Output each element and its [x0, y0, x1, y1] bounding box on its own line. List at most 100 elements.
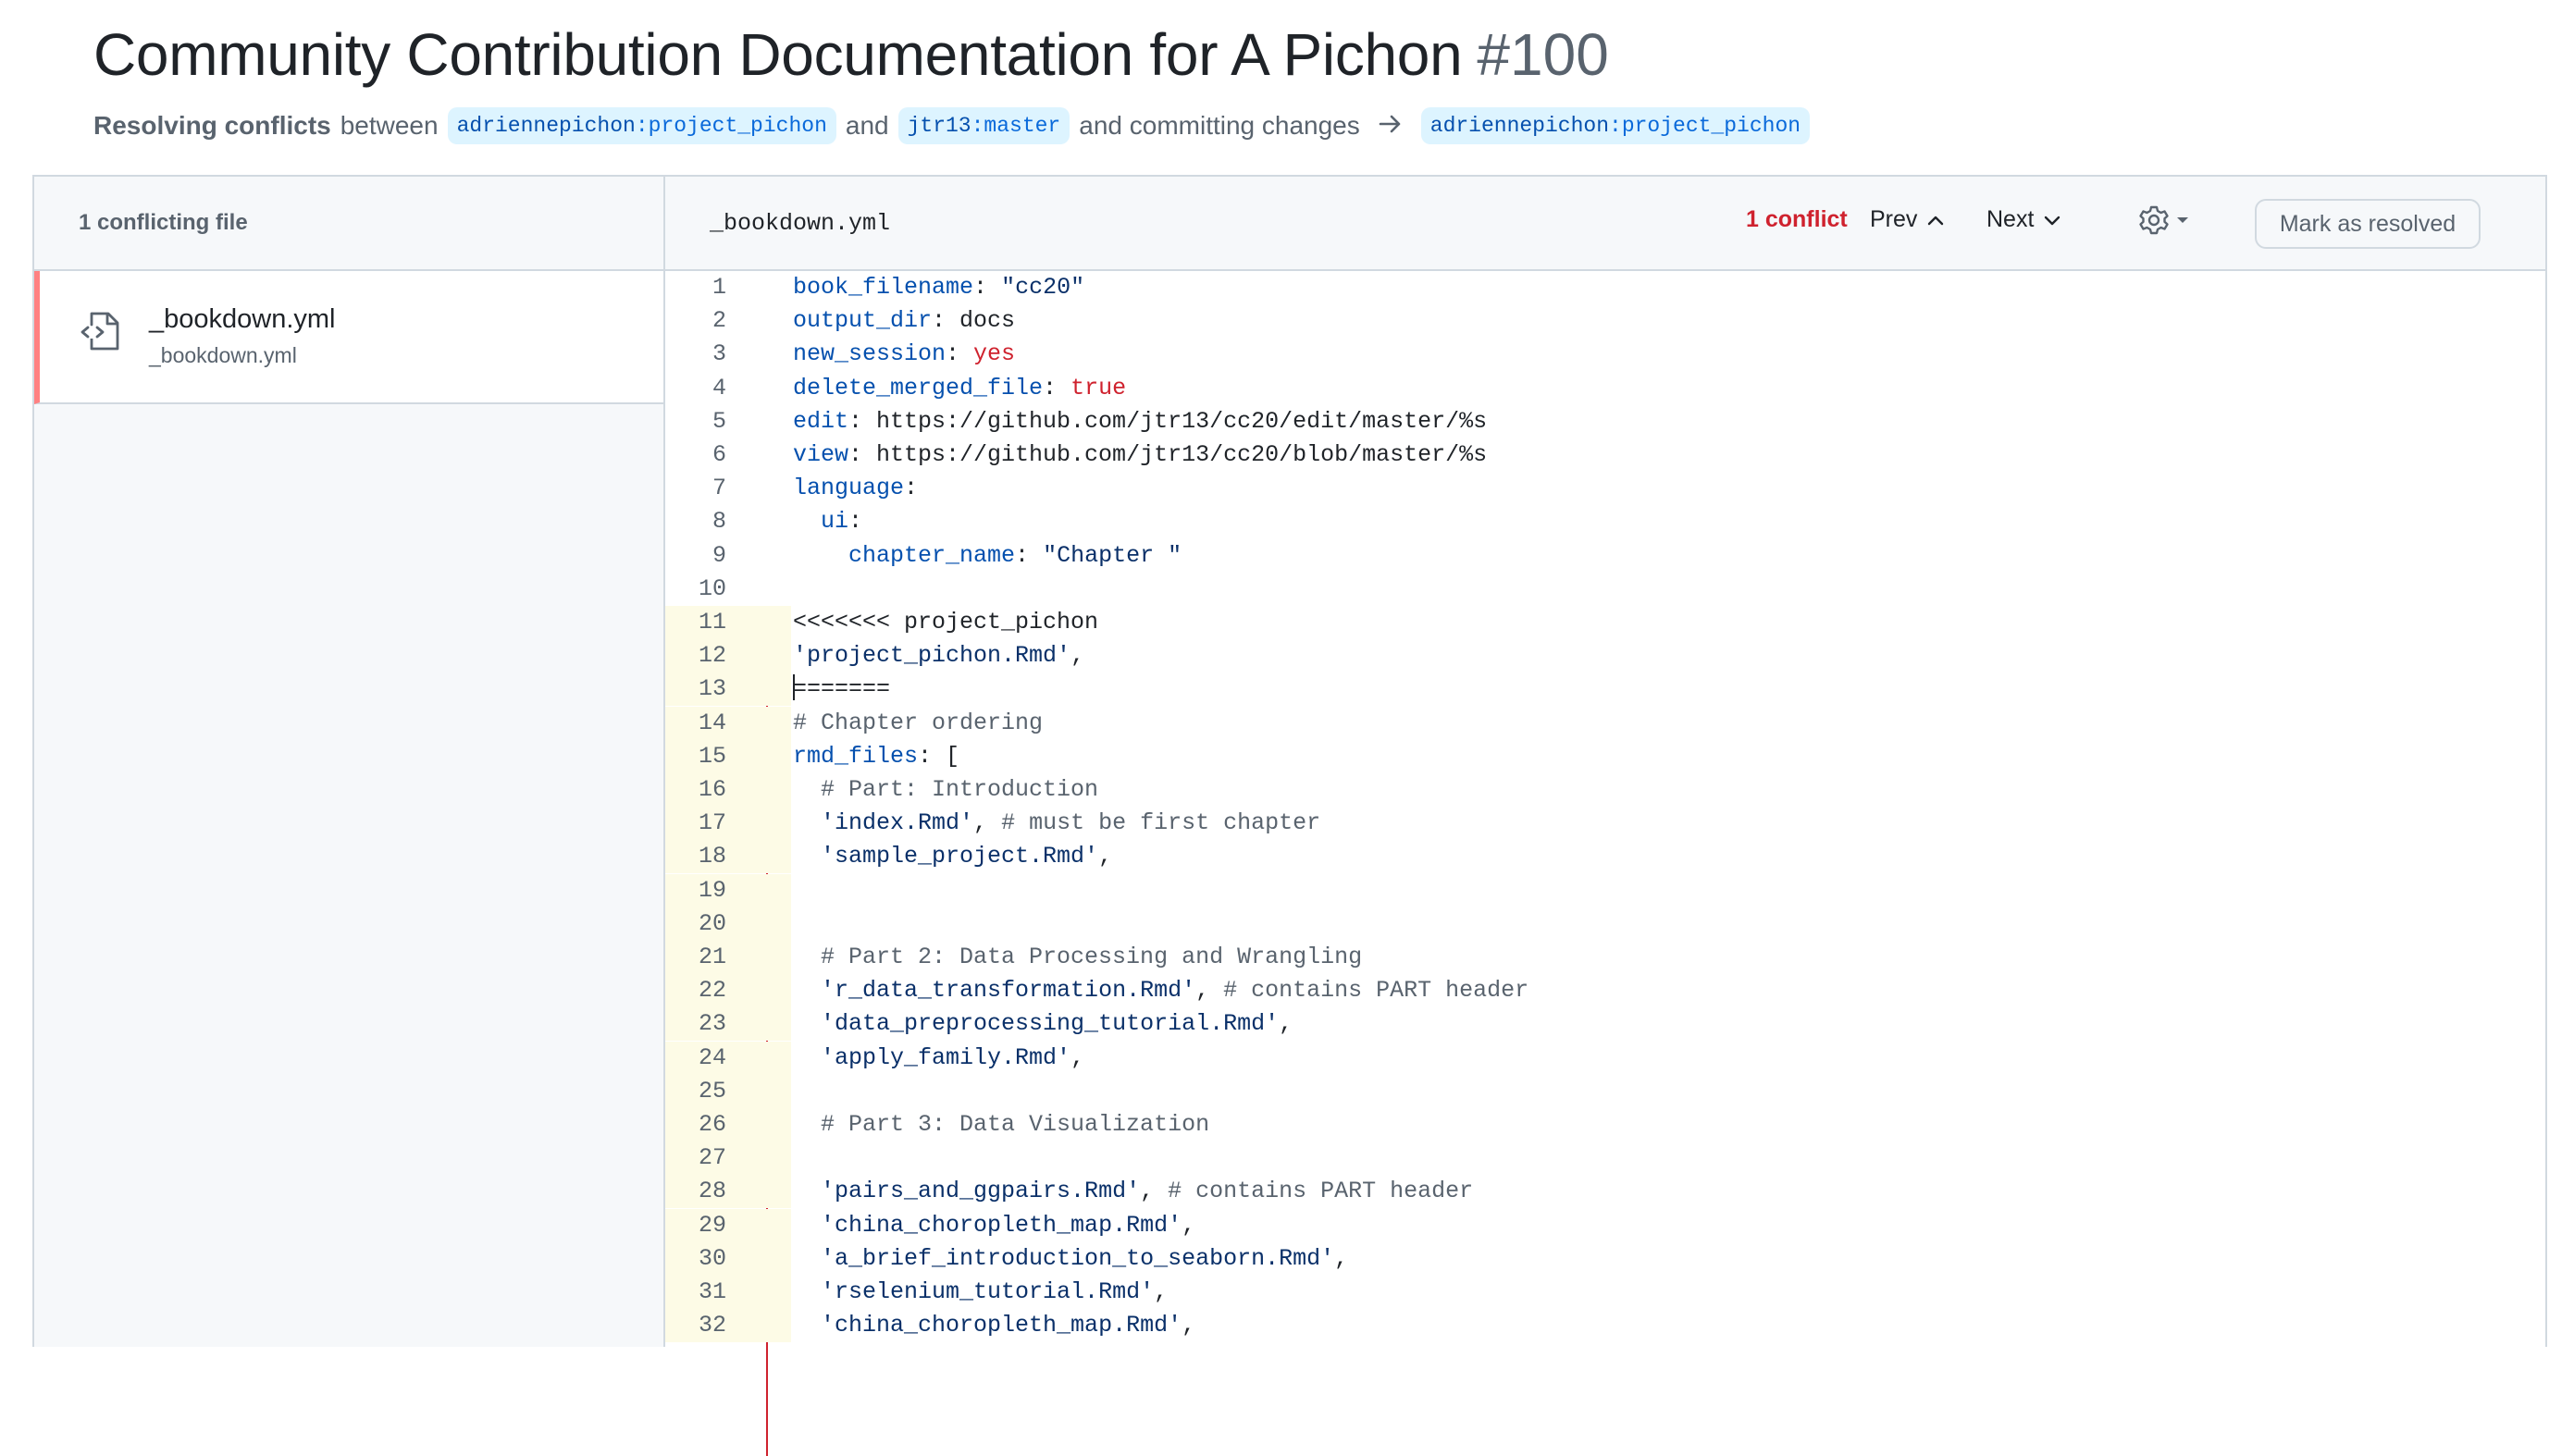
code-text: 'a_brief_introduction_to_seaborn.Rmd',	[821, 1244, 1349, 1272]
code-line[interactable]: 16 # Part: Introduction	[665, 773, 2545, 807]
code-line[interactable]: 1 book_filename: "cc20"	[665, 271, 2545, 304]
code-line[interactable]: 9 chapter_name: "Chapter "	[665, 539, 2545, 573]
line-number: 11	[665, 606, 791, 639]
conflict-count: 1 conflict	[1746, 206, 1848, 232]
code-line[interactable]: 6 view: https://github.com/jtr13/cc20/blo…	[665, 438, 2545, 472]
line-number: 28	[665, 1175, 791, 1209]
pr-number: #100	[1477, 21, 1609, 88]
code-line[interactable]: 21 # Part 2: Data Processing and Wrangli…	[665, 941, 2545, 974]
line-number: 22	[665, 974, 791, 1008]
next-conflict-button[interactable]: Next	[1986, 206, 2061, 233]
line-number: 12	[665, 639, 791, 673]
page: Community Contribution Documentation for…	[0, 0, 2574, 1456]
line-number: 4	[712, 374, 726, 401]
code-line[interactable]: 11 <<<<<<< project_pichon	[665, 606, 2545, 639]
line-number: 3	[712, 340, 726, 368]
target-branch-colon: :	[1609, 114, 1622, 138]
code-text: 'rselenium_tutorial.Rmd',	[821, 1278, 1169, 1305]
next-label: Next	[1986, 206, 2035, 232]
code-line[interactable]: 12'project_pichon.Rmd',	[665, 639, 2545, 673]
code-line[interactable]: 26 # Part 3: Data Visualization	[665, 1108, 2545, 1141]
target-branch-badge[interactable]: adriennepichon: project_pichon	[1420, 107, 1811, 144]
code-text: output_dir: docs	[793, 307, 1016, 335]
code-text: 'china_choropleth_map.Rmd',	[821, 1211, 1196, 1239]
gear-icon	[2139, 205, 2169, 235]
head-branch-badge[interactable]: adriennepichon: project_pichon	[447, 107, 836, 144]
code-editor: _bookdown.yml 1 conflict Prev Next Mark …	[665, 177, 2545, 1456]
code-line[interactable]: 28 'pairs_and_ggpairs.Rmd', # contains P…	[665, 1175, 2545, 1209]
code-line[interactable]: 27	[665, 1141, 2545, 1176]
line-number: 17	[665, 807, 791, 841]
line-number: 24	[665, 1041, 791, 1075]
code-line[interactable]: 20	[665, 907, 2545, 941]
text-cursor	[793, 673, 795, 700]
editor-filename: _bookdown.yml	[710, 210, 891, 237]
code-text: 'r_data_transformation.Rmd', # contains …	[821, 977, 1529, 1005]
conflict-file-item[interactable]: _bookdown.yml _bookdown.yml	[34, 271, 663, 404]
line-number: 26	[665, 1108, 791, 1141]
code-area[interactable]: 1 book_filename: "cc20" 2 output_dir: docs 3…	[665, 271, 2545, 1456]
line-number: 7	[712, 475, 726, 502]
code-text: ui:	[821, 508, 863, 536]
code-line[interactable]: 7 language:	[665, 472, 2545, 505]
code-line[interactable]: 25	[665, 1074, 2545, 1108]
code-line[interactable]: 31 'rselenium_tutorial.Rmd',	[665, 1276, 2545, 1309]
code-line[interactable]: 3 new_session: yes	[665, 338, 2545, 371]
between-text: between	[340, 111, 439, 140]
title-row: Community Contribution Documentation for…	[93, 20, 2518, 89]
code-line[interactable]: 30 'a_brief_introduction_to_seaborn.Rmd'…	[665, 1241, 2545, 1276]
code-line[interactable]: 32 'china_choropleth_map.Rmd',	[665, 1309, 2545, 1343]
code-line[interactable]: 5 edit: https://github.com/jtr13/cc20/edi…	[665, 405, 2545, 438]
code-text: 'index.Rmd', # must be first chapter	[821, 809, 1321, 837]
head-branch-user: adriennepichon	[456, 114, 636, 138]
code-text: # Part: Introduction	[793, 776, 1099, 803]
code-text: # Part 3: Data Visualization	[793, 1111, 1210, 1138]
resolve-subtitle: Resolving conflicts between adriennepich…	[93, 107, 2518, 144]
code-line[interactable]: 13 =======	[665, 672, 2545, 707]
code-text: <<<<<<< project_pichon	[793, 609, 1099, 635]
code-line[interactable]: 8 ui:	[665, 505, 2545, 538]
line-number: 18	[665, 840, 791, 874]
code-line[interactable]: 23 'data_preprocessing_tutorial.Rmd',	[665, 1007, 2545, 1042]
code-text: 'apply_family.Rmd',	[821, 1043, 1085, 1071]
code-line[interactable]: 17 'index.Rmd', # must be first chapter	[665, 807, 2545, 841]
code-line[interactable]: 18 'sample_project.Rmd',	[665, 840, 2545, 874]
base-branch-name: master	[984, 114, 1061, 138]
and-text: and	[845, 111, 889, 140]
line-number: 27	[665, 1141, 791, 1176]
code-line[interactable]: 14 # Chapter ordering	[665, 706, 2545, 740]
conflicting-files-heading: 1 conflicting file	[34, 177, 663, 271]
code-line[interactable]: 22 'r_data_transformation.Rmd', # contai…	[665, 974, 2545, 1008]
line-number: 2	[712, 307, 726, 335]
code-text: 'data_preprocessing_tutorial.Rmd',	[821, 1010, 1293, 1038]
code-line[interactable]: 2 output_dir: docs	[665, 304, 2545, 338]
code-line[interactable]: 10	[665, 573, 2545, 606]
code-text: =======	[793, 673, 891, 703]
head-branch-name: project_pichon	[648, 114, 827, 138]
mark-as-resolved-button[interactable]: Mark as resolved	[2255, 199, 2481, 249]
base-branch-colon: :	[971, 114, 984, 138]
line-number: 23	[665, 1007, 791, 1042]
base-branch-badge[interactable]: jtr13: master	[897, 107, 1070, 144]
line-number: 16	[665, 773, 791, 807]
caret-down-icon	[2177, 217, 2188, 223]
code-line[interactable]: 15 rmd_files: [	[665, 739, 2545, 773]
line-number: 21	[665, 941, 791, 974]
code-line[interactable]: 4 delete_merged_file: true	[665, 372, 2545, 405]
page-header: Community Contribution Documentation for…	[93, 20, 2518, 144]
line-number: 9	[712, 541, 726, 569]
line-number: 15	[665, 739, 791, 773]
code-line[interactable]: 24 'apply_family.Rmd',	[665, 1041, 2545, 1075]
file-code-icon	[79, 308, 125, 354]
conflict-resolver-panel: 1 conflicting file _bookdown.yml _bookdo…	[32, 175, 2547, 1456]
line-number: 25	[665, 1074, 791, 1108]
line-number: 8	[712, 508, 726, 536]
page-title: Community Contribution Documentation for…	[93, 21, 1463, 88]
editor-settings-button[interactable]	[2138, 204, 2190, 236]
code-line[interactable]: 29 'china_choropleth_map.Rmd',	[665, 1208, 2545, 1242]
code-text: chapter_name: "Chapter "	[848, 541, 1182, 569]
prev-conflict-button[interactable]: Prev	[1870, 206, 1945, 233]
code-line[interactable]: 19	[665, 873, 2545, 907]
line-number: 13	[665, 672, 791, 707]
code-text: delete_merged_file: true	[793, 374, 1127, 401]
